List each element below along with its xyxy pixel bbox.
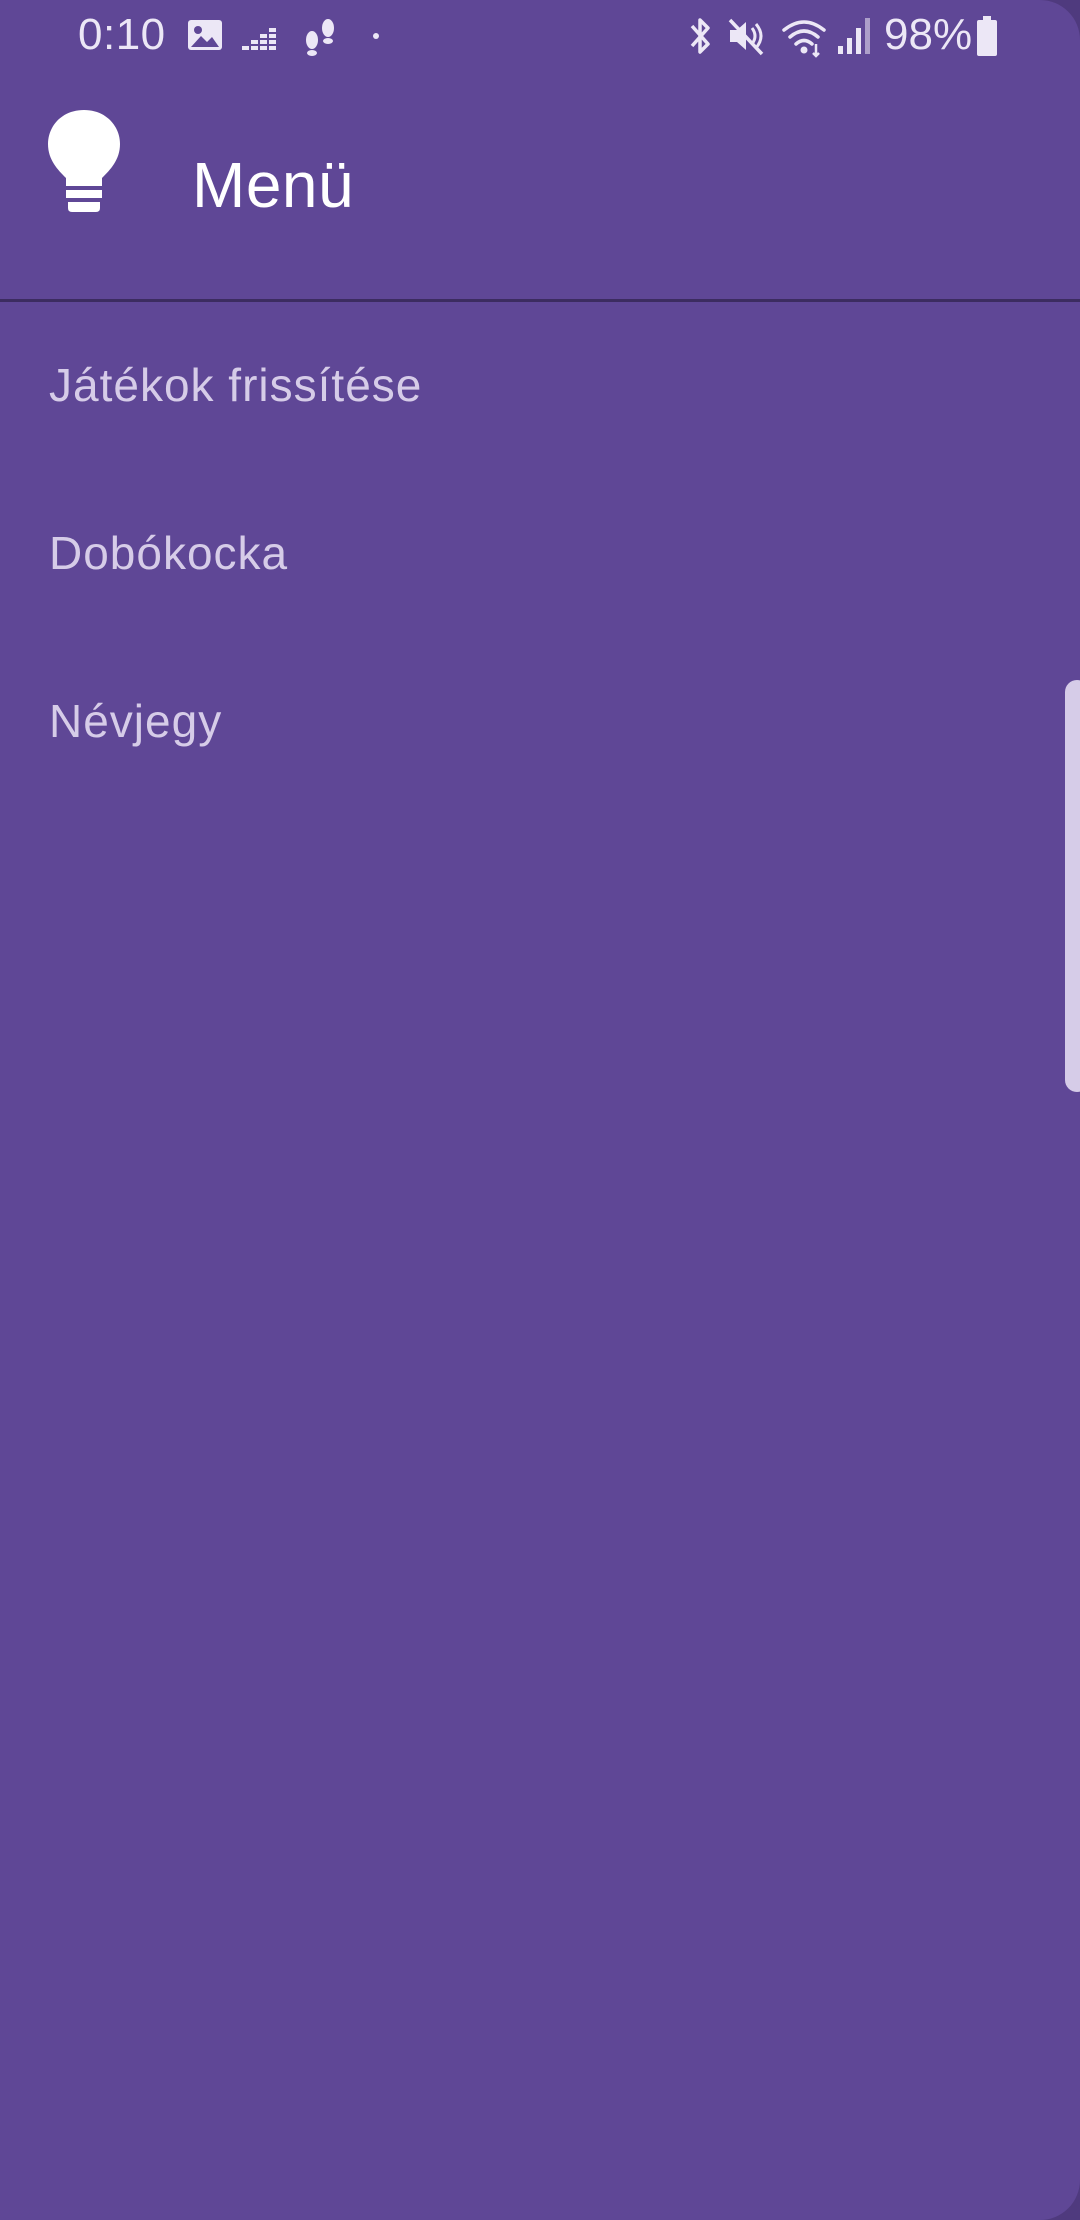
navigation-drawer: 0:10 98% Menü Játékok frissítése Dobókoc… (0, 0, 1080, 2220)
drawer-title: Menü (192, 149, 355, 221)
dot-icon (373, 33, 379, 39)
mute-icon (728, 18, 764, 56)
bluetooth-icon (690, 18, 710, 54)
deezer-icon (242, 28, 276, 50)
menu-item-label: Névjegy (49, 695, 223, 747)
menu-item-dice[interactable]: Dobókocka (0, 470, 1080, 638)
battery-icon (977, 16, 997, 56)
menu-item-about[interactable]: Névjegy (0, 638, 1080, 806)
menu-item-refresh-games[interactable]: Játékok frissítése (0, 302, 1080, 470)
wifi-icon (782, 20, 826, 58)
menu-item-label: Játékok frissítése (49, 359, 423, 411)
signal-icon (838, 18, 870, 54)
status-time: 0:10 (78, 10, 166, 59)
menu-list: Játékok frissítése Dobókocka Névjegy (0, 302, 1080, 806)
footsteps-icon (306, 19, 334, 56)
drawer-header: Menü (0, 72, 1080, 300)
edge-panel-handle[interactable] (1065, 680, 1080, 1092)
battery-percent: 98% (884, 10, 973, 59)
image-icon (188, 20, 222, 50)
menu-item-label: Dobókocka (49, 527, 289, 579)
lightbulb-icon (48, 110, 120, 212)
status-bar: 0:10 98% (0, 0, 1080, 72)
screen: 0:10 98% Menü Játékok frissítése Dobókoc… (0, 0, 1080, 2220)
